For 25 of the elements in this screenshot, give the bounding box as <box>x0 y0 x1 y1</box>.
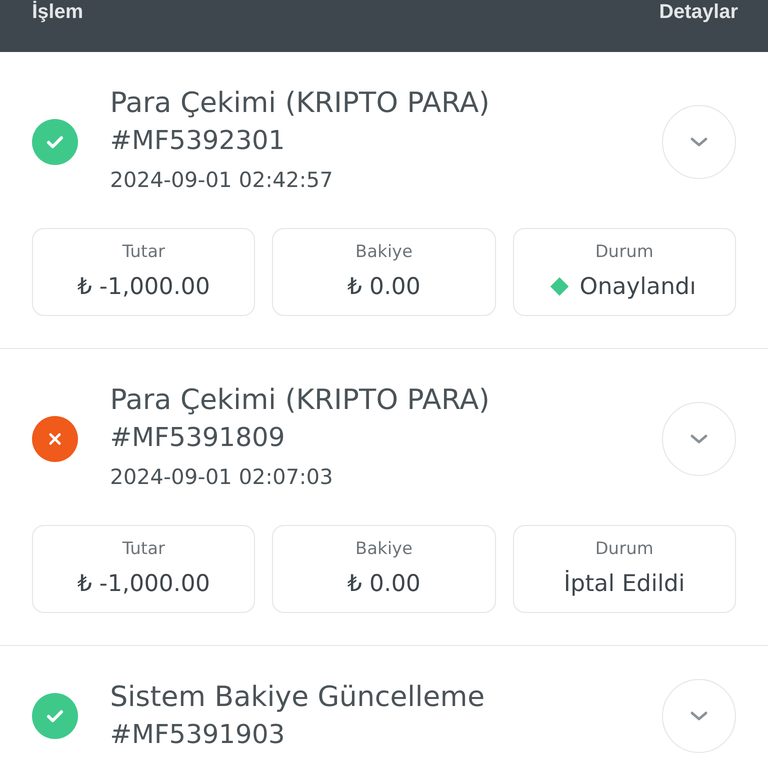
chevron-down-icon <box>688 432 710 446</box>
tile-label: Bakiye <box>355 241 413 264</box>
chevron-down-icon <box>688 709 710 723</box>
transaction-title: Sistem Bakiye Güncelleme <box>110 679 486 715</box>
tile-value: Onaylandı <box>580 272 696 302</box>
transaction-id: #MF5391809 <box>110 422 286 455</box>
tile-value: ₺ -1,000.00 <box>77 272 210 302</box>
transaction-date: 2024-09-01 02:42:57 <box>110 167 334 194</box>
tile-value: İptal Edildi <box>564 569 685 598</box>
tile-value: ₺ 0.00 <box>347 272 421 302</box>
transaction-date: 2024-09-01 02:07:03 <box>110 464 334 491</box>
column-heading: İşlem <box>32 0 84 24</box>
transaction-id: #MF5391903 <box>110 719 286 752</box>
transaction-title: Para Çekimi (KRIPTO PARA) <box>110 382 491 418</box>
tile-value: ₺ 0.00 <box>347 570 421 598</box>
transaction-id: #MF5392301 <box>110 125 286 158</box>
tile-label: Tutar <box>122 241 165 264</box>
transaction-title: Para Çekimi (KRIPTO PARA) <box>110 85 491 121</box>
chevron-down-icon <box>688 135 710 149</box>
tile-label: Durum <box>595 241 654 264</box>
tile-label: Bakiye <box>355 538 413 561</box>
tile-label: Tutar <box>122 538 165 561</box>
tile-label: Durum <box>595 538 654 561</box>
column-heading: Detaylar <box>659 0 738 24</box>
tile-value: ₺ -1,000.00 <box>77 570 210 598</box>
